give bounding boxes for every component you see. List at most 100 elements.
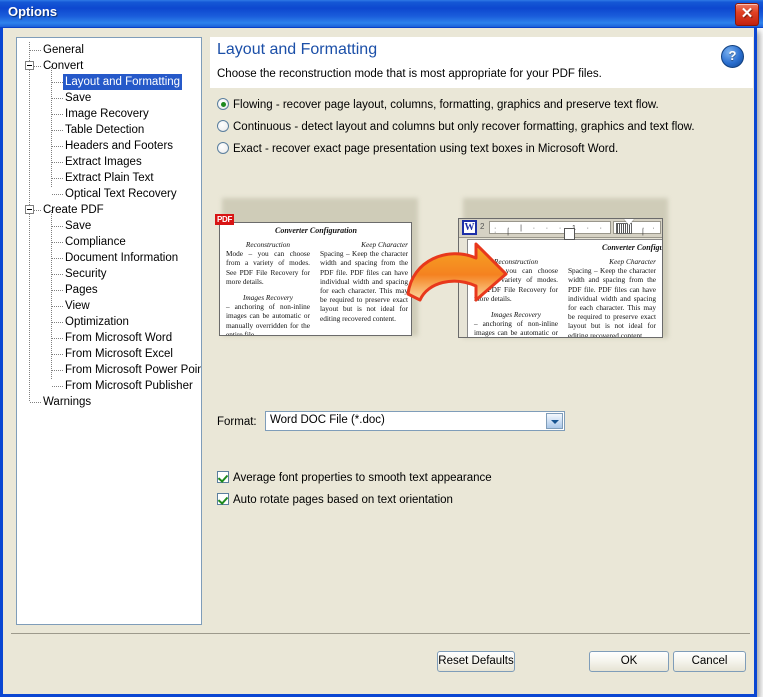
tree-guide-line: [52, 386, 63, 387]
tree-item-label: Create PDF: [43, 204, 104, 216]
tree-item-label: Convert: [43, 60, 84, 72]
close-icon: ✕: [740, 5, 754, 22]
ok-button[interactable]: OK: [589, 651, 669, 672]
tree-item-convert[interactable]: Convert: [17, 58, 201, 74]
checkbox-auto-rotate-label: Auto rotate pages based on text orientat…: [233, 494, 453, 506]
checkbox-auto-rotate-box[interactable]: [217, 493, 229, 505]
tree-item-label: Optimization: [65, 316, 129, 328]
preview-area: PDF Converter Configuration Reconstructi…: [210, 178, 753, 378]
tree-guide-line: [30, 402, 41, 403]
mode-option-flowing[interactable]: Flowing - recover page layout, columns, …: [217, 98, 659, 111]
ruler-scale-right: · · |: [613, 221, 661, 236]
tree-item-create-pdf[interactable]: Create PDF: [17, 202, 201, 218]
format-select[interactable]: Word DOC File (*.doc): [265, 411, 565, 431]
word-right-body-1: Spacing – Keep the character width and s…: [568, 266, 656, 338]
chevron-down-icon[interactable]: [546, 413, 563, 429]
mode-option-continuous[interactable]: Continuous - detect layout and columns b…: [217, 120, 695, 133]
tree-guide-line: [52, 258, 63, 259]
tree-item-security[interactable]: Security: [17, 266, 201, 282]
tree-item-optimization[interactable]: Optimization: [17, 314, 201, 330]
footer-divider: [11, 633, 750, 634]
tree-item-general[interactable]: General: [17, 42, 201, 58]
pdf-left-head-2: Images Recovery: [226, 293, 310, 302]
tree-item-layout-and-formatting[interactable]: Layout and Formatting: [17, 74, 201, 90]
tree-item-extract-plain-text[interactable]: Extract Plain Text: [17, 170, 201, 186]
tree-item-label: Security: [65, 268, 107, 280]
page-description: Choose the reconstruction mode that is m…: [217, 68, 602, 80]
mode-label-flowing: Flowing - recover page layout, columns, …: [233, 99, 659, 111]
radio-exact[interactable]: [217, 142, 229, 154]
ruler-ticks-left: · · | · · · 1 · · · |: [494, 225, 607, 236]
tree-item-label: Image Recovery: [65, 108, 149, 120]
tree-item-label: Compliance: [65, 236, 126, 248]
radio-flowing[interactable]: [217, 98, 229, 110]
checkbox-average-font-box[interactable]: [217, 471, 229, 483]
tree-item-label: From Microsoft Power Point: [65, 364, 202, 376]
tree-guide-line: [52, 242, 63, 243]
tree-item-label: Pages: [65, 284, 98, 296]
tree-item-label: Layout and Formatting: [63, 74, 183, 90]
tree-item-label: General: [43, 44, 84, 56]
pdf-right-head-1: Keep Character: [320, 240, 408, 249]
tree-item-headers-and-footers[interactable]: Headers and Footers: [17, 138, 201, 154]
tree-item-warnings[interactable]: Warnings: [17, 394, 201, 410]
tree-item-image-recovery[interactable]: Image Recovery: [17, 106, 201, 122]
tree-item-label: Headers and Footers: [65, 140, 174, 152]
tree-item-from-microsoft-power-point[interactable]: From Microsoft Power Point: [17, 362, 201, 378]
tree-item-pages[interactable]: Pages: [17, 282, 201, 298]
options-dialog: General Convert Layout and Formatting Save I…: [0, 28, 757, 697]
window-title: Options: [8, 4, 58, 19]
checkbox-average-font[interactable]: Average font properties to smooth text a…: [217, 471, 492, 484]
mode-label-exact: Exact - recover exact page presentation …: [233, 143, 619, 155]
tree-expander-collapse-icon[interactable]: [25, 205, 34, 214]
word-left-body-2: – anchoring of non-inline images can be …: [474, 319, 558, 338]
tree-guide-line: [52, 162, 63, 163]
checkbox-auto-rotate[interactable]: Auto rotate pages based on text orientat…: [217, 493, 453, 506]
mode-label-continuous: Continuous - detect layout and columns b…: [233, 121, 695, 133]
tree-item-from-microsoft-excel[interactable]: From Microsoft Excel: [17, 346, 201, 362]
tree-item-label: From Microsoft Word: [65, 332, 173, 344]
tree-guide-line: [52, 338, 63, 339]
curved-right-arrow-icon: [406, 242, 508, 302]
pdf-right-head-1-text: Keep Character: [361, 240, 408, 249]
tree-item-compliance[interactable]: Compliance: [17, 234, 201, 250]
tree-item-extract-images[interactable]: Extract Images: [17, 154, 201, 170]
tree-item-view[interactable]: View: [17, 298, 201, 314]
pdf-left-head-2-text: Images Recovery: [242, 293, 294, 303]
tree-guide-line: [52, 194, 63, 195]
tree-guide-line: [52, 82, 63, 83]
radio-continuous[interactable]: [217, 120, 229, 132]
tree-item-save[interactable]: Save: [17, 90, 201, 106]
format-label: Format:: [217, 416, 257, 428]
ruler-indent-box: [564, 228, 575, 240]
title-bar: Options ✕: [0, 0, 763, 28]
ruler-ticks-right: · · |: [642, 225, 658, 236]
close-button[interactable]: ✕: [735, 3, 759, 26]
tree-item-from-microsoft-word[interactable]: From Microsoft Word: [17, 330, 201, 346]
tree-expander-collapse-icon[interactable]: [25, 61, 34, 70]
reset-defaults-button[interactable]: Reset Defaults: [437, 651, 515, 672]
mode-option-exact[interactable]: Exact - recover exact page presentation …: [217, 142, 618, 155]
tree-item-save[interactable]: Save: [17, 218, 201, 234]
tree-item-label: Document Information: [65, 252, 179, 264]
tree-guide-line: [52, 146, 63, 147]
tree-guide-line: [52, 290, 63, 291]
tree-item-table-detection[interactable]: Table Detection: [17, 122, 201, 138]
pdf-doc-heading: Converter Configuration: [274, 226, 357, 235]
pdf-right-body-1: Spacing – Keep the character width and s…: [320, 249, 408, 323]
tree-item-document-information[interactable]: Document Information: [17, 250, 201, 266]
tree-item-optical-text-recovery[interactable]: Optical Text Recovery: [17, 186, 201, 202]
ruler-scale-left: · · | · · · 1 · · · |: [489, 221, 611, 236]
pdf-left-body-2: – anchoring of non-inline images can be …: [226, 302, 310, 336]
tree-guide-line: [52, 354, 63, 355]
ruler-number: 2: [480, 222, 485, 231]
cancel-button[interactable]: Cancel: [673, 651, 746, 672]
tree-item-label: Save: [65, 92, 92, 104]
settings-tree[interactable]: General Convert Layout and Formatting Save I…: [16, 37, 202, 625]
pdf-left-body-1: Mode – you can choose from a variety of …: [226, 249, 310, 286]
tree-guide-line: [52, 130, 63, 131]
tree-item-from-microsoft-publisher[interactable]: From Microsoft Publisher: [17, 378, 201, 394]
tree-item-label: Save: [65, 220, 92, 232]
tree-item-label: Extract Images: [65, 156, 142, 168]
help-icon[interactable]: ?: [721, 45, 744, 68]
